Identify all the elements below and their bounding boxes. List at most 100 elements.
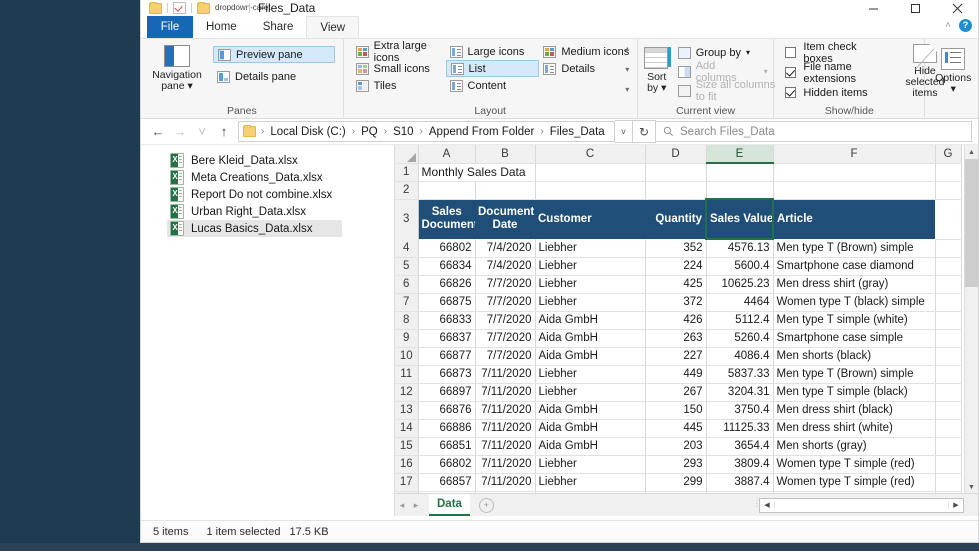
- cell-sales-value[interactable]: 10625.23: [706, 275, 774, 294]
- options-button[interactable]: Options ▾: [925, 41, 979, 95]
- hidden-items-option[interactable]: Hidden items: [781, 84, 891, 101]
- cell-customer[interactable]: Aida GmbH: [535, 437, 646, 456]
- tab-view[interactable]: View: [306, 16, 360, 38]
- cell-b3-document-date[interactable]: Document Date: [475, 199, 535, 239]
- scroll-up-icon[interactable]: ▴: [625, 44, 629, 53]
- cell-document-date[interactable]: 7/11/2020: [475, 383, 536, 402]
- layout-gallery-scroll[interactable]: ▴ ▾ ▾: [621, 44, 634, 94]
- list-item[interactable]: Bere Kleid_Data.xlsx: [167, 152, 394, 169]
- cell-document-date[interactable]: 7/7/2020: [475, 347, 536, 366]
- cell-sales-document[interactable]: 66875: [418, 293, 476, 312]
- scroll-down-icon[interactable]: ▼: [965, 480, 978, 494]
- cell-quantity[interactable]: 203: [645, 437, 707, 456]
- details-pane-toggle[interactable]: Details pane: [213, 68, 335, 85]
- row-header[interactable]: 9: [395, 329, 419, 348]
- cell[interactable]: [935, 163, 962, 182]
- tab-share[interactable]: Share: [250, 16, 307, 38]
- list-item[interactable]: Report Do not combine.xlsx: [167, 186, 394, 203]
- cell-sales-value[interactable]: 3809.4: [706, 455, 774, 474]
- cell-article[interactable]: Men dress shirt (white): [773, 419, 936, 438]
- add-sheet-icon[interactable]: +: [478, 497, 494, 513]
- cell-sales-value[interactable]: 5600.4: [706, 257, 774, 276]
- cell[interactable]: [935, 329, 962, 348]
- cell-document-date[interactable]: 7/7/2020: [475, 275, 536, 294]
- help-icon[interactable]: ?: [959, 19, 972, 32]
- cell-article[interactable]: Smartphone case diamond: [773, 257, 936, 276]
- cell-document-date[interactable]: 7/7/2020: [475, 329, 536, 348]
- row-header[interactable]: 14: [395, 419, 419, 438]
- cell[interactable]: [535, 163, 646, 182]
- list-item-selected[interactable]: Lucas Basics_Data.xlsx: [167, 220, 342, 237]
- cell[interactable]: [645, 181, 707, 200]
- cell[interactable]: [935, 293, 962, 312]
- cell-document-date[interactable]: 7/7/2020: [475, 293, 536, 312]
- sort-by-button[interactable]: Sort by ▾: [643, 41, 671, 99]
- row-header[interactable]: 16: [395, 455, 419, 474]
- row-header[interactable]: 1: [395, 163, 419, 182]
- cell-document-date[interactable]: 7/11/2020: [475, 419, 536, 438]
- cell-article[interactable]: Men type T simple (black): [773, 383, 936, 402]
- layout-content[interactable]: Content: [446, 77, 540, 94]
- cell-f3-article[interactable]: Article: [773, 199, 935, 239]
- row-header[interactable]: 4: [395, 239, 419, 258]
- recent-locations-button[interactable]: ˅: [191, 121, 213, 143]
- cell[interactable]: [645, 163, 707, 182]
- cell-document-date[interactable]: 7/11/2020: [475, 365, 536, 384]
- size-all-columns-button[interactable]: Size all columns to fit: [674, 79, 790, 103]
- cell-quantity[interactable]: 445: [645, 419, 707, 438]
- column-header-g[interactable]: G: [935, 145, 962, 164]
- cell[interactable]: [935, 275, 962, 294]
- breadcrumb-item-files-data[interactable]: Files_Data: [549, 126, 606, 138]
- cell-customer[interactable]: Liebher: [535, 293, 646, 312]
- cell-sales-document[interactable]: 66886: [418, 419, 476, 438]
- cell-customer[interactable]: Aida GmbH: [535, 401, 646, 420]
- row-header[interactable]: 6: [395, 275, 419, 294]
- cell[interactable]: [773, 163, 936, 182]
- select-all-corner[interactable]: [395, 145, 419, 164]
- cell-sales-document[interactable]: 66877: [418, 347, 476, 366]
- search-input[interactable]: Search Files_Data: [680, 126, 775, 138]
- cell-quantity[interactable]: 426: [645, 311, 707, 330]
- cell-customer[interactable]: Aida GmbH: [535, 329, 646, 348]
- cell-sales-document[interactable]: 66851: [418, 437, 476, 456]
- search-box[interactable]: Search Files_Data: [656, 121, 972, 142]
- cell-sales-document[interactable]: 66802: [418, 239, 476, 258]
- cell-sales-document[interactable]: 66802: [418, 455, 476, 474]
- cell-document-date[interactable]: 7/4/2020: [475, 239, 536, 258]
- row-header[interactable]: 5: [395, 257, 419, 276]
- cell-quantity[interactable]: 352: [645, 239, 707, 258]
- cell-quantity[interactable]: 293: [645, 455, 707, 474]
- cell-article[interactable]: Men dress shirt (gray): [773, 275, 936, 294]
- cell-customer[interactable]: Aida GmbH: [535, 419, 646, 438]
- new-folder-icon[interactable]: [197, 1, 210, 14]
- cell-e3-sales-value[interactable]: Sales Value: [705, 198, 774, 240]
- add-columns-button[interactable]: Add columns ▾: [674, 60, 772, 84]
- cell-article[interactable]: Men type T (Brown) simple: [773, 365, 936, 384]
- minimize-button[interactable]: [852, 0, 894, 16]
- group-by-button[interactable]: Group by ▾: [674, 44, 772, 61]
- row-header[interactable]: 15: [395, 437, 419, 456]
- folder-icon[interactable]: [149, 1, 162, 14]
- up-button[interactable]: ↑: [213, 121, 235, 143]
- preview-vertical-scrollbar[interactable]: ▲ ▼: [964, 145, 978, 494]
- address-dropdown-button[interactable]: ˅: [615, 120, 633, 143]
- cell[interactable]: [935, 257, 962, 276]
- cell-sales-value[interactable]: 3750.4: [706, 401, 774, 420]
- cell-document-date[interactable]: 7/11/2020: [475, 455, 536, 474]
- layout-tiles[interactable]: Tiles: [352, 77, 446, 94]
- collapse-ribbon-icon[interactable]: ˄: [945, 20, 951, 31]
- cell-sales-document[interactable]: 66826: [418, 275, 476, 294]
- item-check-boxes-option[interactable]: Item check boxes: [781, 41, 891, 65]
- cell-a1-title[interactable]: Monthly Sales Data: [418, 163, 536, 182]
- cell[interactable]: [935, 239, 962, 258]
- cell-article[interactable]: Women type T (black) simple: [773, 293, 936, 312]
- checkbox-checked-icon[interactable]: [785, 67, 797, 78]
- breadcrumb[interactable]: › Local Disk (C:) › PQ › S10 › Append Fr…: [238, 121, 615, 142]
- cell-sales-document[interactable]: 66837: [418, 329, 476, 348]
- cell-d3-quantity[interactable]: Quantity: [645, 199, 706, 239]
- cell-sales-value[interactable]: 4464: [706, 293, 774, 312]
- cell-document-date[interactable]: 7/11/2020: [475, 473, 536, 492]
- breadcrumb-separator[interactable]: ›: [350, 126, 357, 137]
- next-sheet-icon[interactable]: ▸: [409, 500, 423, 511]
- row-header[interactable]: 3: [395, 199, 419, 239]
